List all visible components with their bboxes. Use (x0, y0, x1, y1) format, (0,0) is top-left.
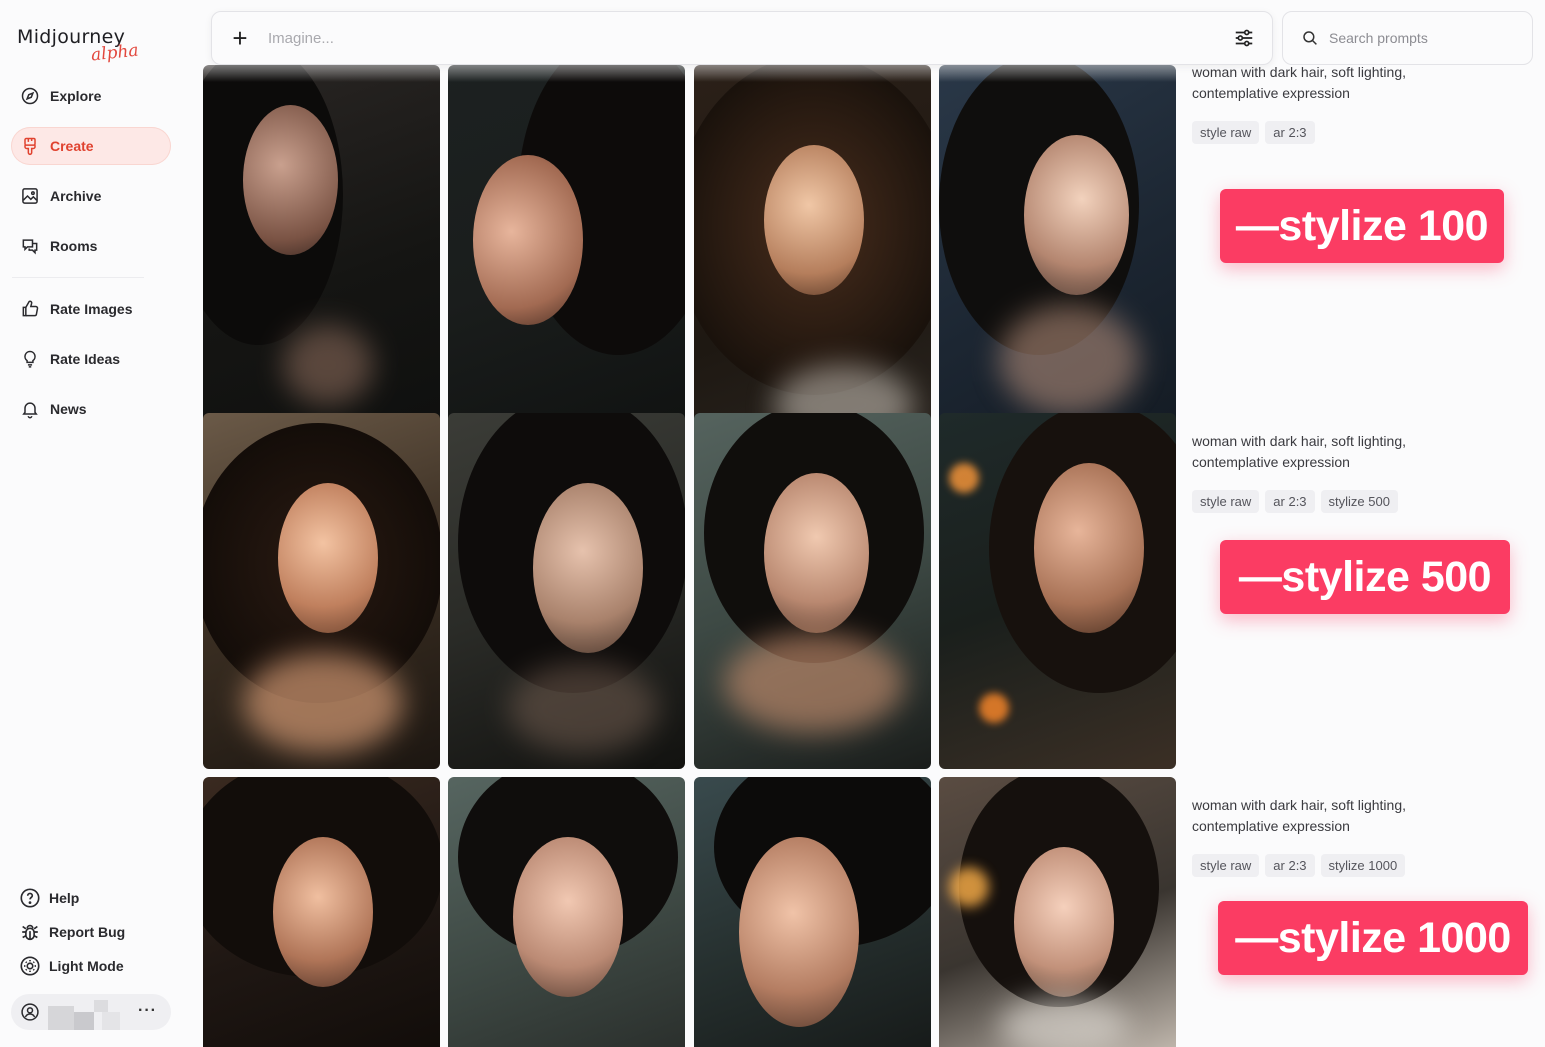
sidebar-divider (12, 277, 144, 278)
app: Midjourney alpha Explore Create Archive (0, 0, 1545, 1047)
param-chip[interactable]: ar 2:3 (1265, 121, 1315, 144)
prompt-text[interactable]: woman with dark hair, soft lighting, con… (1192, 795, 1442, 837)
search-bar (1282, 11, 1533, 65)
compass-icon (20, 86, 40, 106)
chat-icon (20, 236, 40, 256)
sidebar-item-explore[interactable]: Explore (11, 77, 171, 115)
brand-logo[interactable]: Midjourney alpha (17, 26, 139, 65)
prompt-text[interactable]: woman with dark hair, soft lighting, con… (1192, 62, 1442, 104)
param-chip[interactable]: ar 2:3 (1265, 490, 1315, 513)
search-input[interactable] (1329, 30, 1532, 46)
sidebar-item-rate-images[interactable]: Rate Images (11, 290, 171, 328)
sidebar-item-label: News (50, 401, 87, 417)
generated-image[interactable] (939, 777, 1176, 1047)
sidebar-item-label: Rate Images (50, 301, 133, 317)
stylize-label: —stylize 1000 (1218, 901, 1528, 975)
param-chips: style raw ar 2:3 stylize 1000 (1192, 854, 1532, 877)
imagine-input[interactable] (268, 29, 1216, 47)
report-bug-label: Report Bug (49, 924, 126, 940)
settings-sliders-icon[interactable] (1216, 27, 1272, 49)
thumbs-up-icon (20, 299, 40, 319)
stylize-label: —stylize 500 (1220, 540, 1510, 614)
bell-icon (20, 399, 40, 419)
sidebar-item-rooms[interactable]: Rooms (11, 227, 171, 265)
prompt-text[interactable]: woman with dark hair, soft lighting, con… (1192, 431, 1442, 473)
stylize-label: —stylize 100 (1220, 189, 1504, 263)
help-label: Help (49, 890, 80, 906)
sidebar: Midjourney alpha Explore Create Archive (0, 0, 190, 1047)
job-info: woman with dark hair, soft lighting, con… (1192, 62, 1532, 263)
param-chip[interactable]: style raw (1192, 121, 1260, 144)
param-chips: style raw ar 2:3 (1192, 121, 1532, 144)
user-icon (20, 1002, 40, 1022)
sidebar-item-archive[interactable]: Archive (11, 177, 171, 215)
sidebar-item-label: Archive (50, 188, 102, 204)
help-circle-icon (19, 887, 41, 909)
param-chip[interactable]: style raw (1192, 490, 1260, 513)
param-chip[interactable]: stylize 1000 (1320, 854, 1406, 877)
light-mode-label: Light Mode (49, 958, 124, 974)
report-bug-link[interactable]: Report Bug (19, 921, 125, 943)
help-link[interactable]: Help (19, 887, 79, 909)
generated-image[interactable] (448, 65, 685, 457)
generated-image[interactable] (694, 65, 931, 457)
generated-image[interactable] (203, 777, 440, 1047)
generated-image[interactable] (694, 413, 931, 769)
user-menu-button[interactable]: ··· (138, 1002, 157, 1020)
param-chips: style raw ar 2:3 stylize 500 (1192, 490, 1532, 513)
bug-icon (19, 921, 41, 943)
avatar (40, 994, 130, 1030)
generated-image[interactable] (939, 413, 1176, 769)
sidebar-item-label: Explore (50, 88, 102, 104)
generated-image[interactable] (448, 777, 685, 1047)
search-icon (1301, 29, 1319, 47)
light-mode-toggle[interactable]: Light Mode (19, 955, 124, 977)
paintbrush-icon (20, 136, 40, 156)
sun-icon (19, 955, 41, 977)
param-chip[interactable]: style raw (1192, 854, 1260, 877)
generated-image[interactable] (448, 413, 685, 769)
sidebar-item-create[interactable]: Create (11, 127, 171, 165)
param-chip[interactable]: stylize 500 (1320, 490, 1398, 513)
generated-image[interactable] (203, 413, 440, 769)
lightbulb-icon (20, 349, 40, 369)
sidebar-item-label: Rooms (50, 238, 98, 254)
sidebar-item-rate-ideas[interactable]: Rate Ideas (11, 340, 171, 378)
job-info: woman with dark hair, soft lighting, con… (1192, 795, 1532, 975)
plus-icon[interactable]: + (212, 25, 268, 51)
imagine-bar: + (211, 11, 1273, 65)
param-chip[interactable]: ar 2:3 (1265, 854, 1315, 877)
job-info: woman with dark hair, soft lighting, con… (1192, 431, 1532, 614)
brand-tag: alpha (90, 40, 140, 66)
generated-image[interactable] (203, 65, 440, 457)
generated-image[interactable] (694, 777, 931, 1047)
image-icon (20, 186, 40, 206)
sidebar-item-news[interactable]: News (11, 390, 171, 428)
sidebar-item-label: Create (50, 138, 94, 154)
generated-image[interactable] (939, 65, 1176, 457)
sidebar-item-label: Rate Ideas (50, 351, 121, 367)
user-account[interactable]: ··· (11, 994, 171, 1030)
